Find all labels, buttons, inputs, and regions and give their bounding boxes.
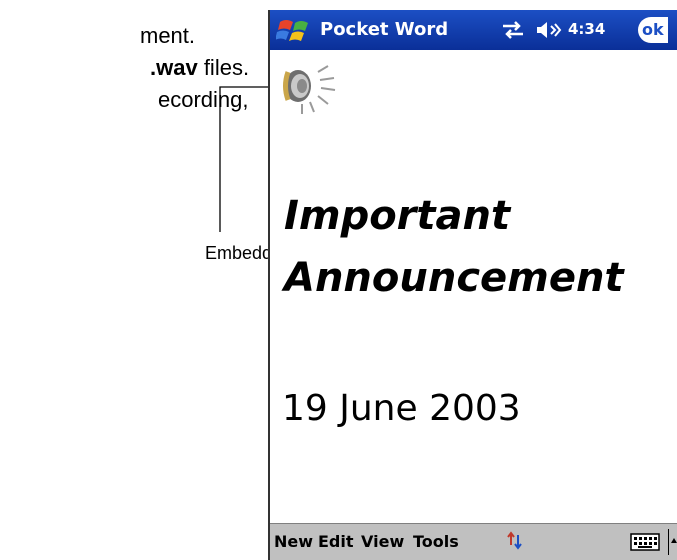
sort-icon[interactable]: [506, 530, 524, 557]
document-date[interactable]: 19 June 2003: [282, 388, 521, 429]
volume-icon[interactable]: [535, 20, 563, 45]
menu-bar: New Edit View Tools: [270, 523, 677, 560]
document-title-line-1: Important: [284, 193, 511, 239]
ok-button[interactable]: ok: [638, 17, 668, 43]
windows-start-icon[interactable]: [275, 16, 314, 51]
clock[interactable]: 4:34: [568, 20, 605, 38]
device-screen: Pocket Word 4:34 ok Important Announceme…: [268, 10, 677, 560]
keyboard-icon[interactable]: [630, 533, 660, 556]
title-bar: Pocket Word 4:34 ok: [270, 10, 677, 50]
input-panel-arrow-icon[interactable]: [668, 529, 677, 555]
menu-new[interactable]: New: [274, 532, 313, 551]
menu-tools[interactable]: Tools: [413, 532, 459, 551]
connectivity-icon[interactable]: [500, 20, 526, 45]
document-title-line-2: Announcement: [284, 255, 624, 301]
menu-edit[interactable]: Edit: [318, 532, 354, 551]
callout-line: [219, 86, 282, 232]
speaker-recording-icon[interactable]: [280, 58, 344, 127]
menu-view[interactable]: View: [361, 532, 404, 551]
app-title: Pocket Word: [320, 19, 449, 40]
document-title[interactable]: Important Announcement: [284, 185, 677, 309]
